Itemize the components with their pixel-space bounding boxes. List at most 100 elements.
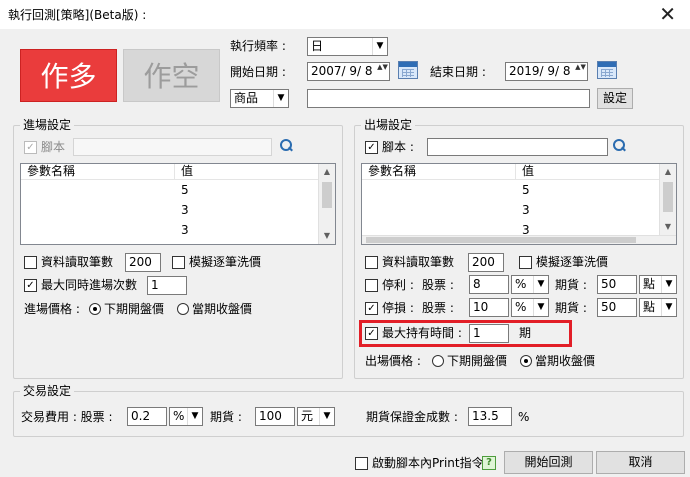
- entry-simulate-label: 模擬逐筆洗價: [189, 255, 262, 269]
- scroll-up-icon[interactable]: ▲: [660, 164, 676, 180]
- max-hold-label: 最大持有時間 :: [382, 326, 462, 340]
- param-value: 3: [181, 223, 189, 237]
- exit-read-count-input[interactable]: 200: [468, 253, 504, 272]
- stop-loss-futures-unit: 點: [643, 300, 656, 314]
- scroll-thumb[interactable]: [663, 182, 673, 212]
- exit-settings-group: 出場設定 ✓ 腳本 : 參數名稱 值 5 3 3 ▲ ▼ 資料讀取筆數 200 …: [354, 117, 684, 379]
- take-profit-checkbox[interactable]: [365, 279, 378, 292]
- exit-read-count-label: 資料讀取筆數: [382, 255, 455, 269]
- stop-loss-checkbox[interactable]: ✓: [365, 302, 378, 315]
- exit-params-table[interactable]: 參數名稱 值 5 3 3 ▲ ▼: [361, 163, 677, 245]
- entry-script-input[interactable]: [73, 138, 272, 156]
- scroll-thumb[interactable]: [366, 237, 636, 243]
- entry-price-radio-next-open[interactable]: [89, 303, 101, 315]
- entry-params-table[interactable]: 參數名稱 值 5 3 3 ▲ ▼: [20, 163, 336, 245]
- stop-loss-futures-label: 期貨 :: [555, 301, 587, 315]
- stop-loss-stock-unit-select[interactable]: % ▼: [511, 298, 549, 317]
- take-profit-futures-input[interactable]: 50: [597, 275, 637, 294]
- table-row[interactable]: 5: [362, 180, 661, 200]
- take-profit-futures-label: 期貨 :: [555, 278, 587, 292]
- scroll-up-icon[interactable]: ▲: [319, 164, 335, 180]
- chevron-down-icon: ▼: [319, 408, 334, 425]
- calendar-icon[interactable]: [597, 61, 617, 79]
- exit-table-hscrollbar[interactable]: [362, 235, 676, 244]
- chevron-down-icon: ▼: [533, 299, 548, 316]
- scroll-down-icon[interactable]: ▼: [319, 228, 335, 244]
- search-icon[interactable]: [280, 139, 293, 152]
- margin-value: 13.5: [472, 409, 499, 423]
- param-value: 5: [181, 183, 189, 197]
- scroll-down-icon[interactable]: ▼: [660, 219, 676, 235]
- fee-stock-input[interactable]: 0.2: [127, 407, 167, 426]
- table-row[interactable]: 5: [21, 180, 320, 200]
- trade-group-title: 交易設定: [20, 383, 75, 399]
- trade-settings-group: 交易設定 交易費用 : 股票 : 0.2 % ▼ 期貨 : 100 元 ▼ 期貨…: [13, 383, 684, 437]
- stop-loss-futures-input[interactable]: 50: [597, 298, 637, 317]
- exit-read-count-checkbox[interactable]: [365, 256, 378, 269]
- take-profit-stock-input[interactable]: 8: [469, 275, 509, 294]
- entry-table-scrollbar[interactable]: ▲ ▼: [318, 164, 335, 244]
- max-hold-unit: 期: [519, 326, 532, 340]
- scroll-thumb[interactable]: [322, 182, 332, 208]
- stop-loss-stock-input[interactable]: 10: [469, 298, 509, 317]
- exit-table-header: 參數名稱 值: [362, 164, 661, 180]
- short-mode-button[interactable]: 作空: [123, 49, 220, 102]
- entry-max-entries-checkbox[interactable]: ✓: [24, 279, 37, 292]
- frequency-select[interactable]: 日 ▼: [307, 37, 388, 56]
- exit-price-radio-next-open[interactable]: [432, 355, 444, 367]
- fee-stock-unit-select[interactable]: % ▼: [169, 407, 203, 426]
- exit-script-input[interactable]: [427, 138, 608, 156]
- table-row[interactable]: 3: [362, 200, 661, 220]
- max-hold-input[interactable]: 1: [469, 324, 509, 343]
- param-value: 3: [522, 203, 530, 217]
- entry-max-entries-value: 1: [151, 278, 159, 292]
- fee-futures-label: 期貨 :: [210, 410, 242, 424]
- fee-futures-unit-select[interactable]: 元 ▼: [297, 407, 335, 426]
- exit-simulate-label: 模擬逐筆洗價: [536, 255, 609, 269]
- stop-loss-futures-unit-select[interactable]: 點 ▼: [639, 298, 677, 317]
- help-icon[interactable]: ?: [482, 456, 496, 470]
- long-mode-button[interactable]: 作多: [20, 49, 117, 102]
- print-command-checkbox[interactable]: [355, 457, 368, 470]
- product-settings-button[interactable]: 設定: [597, 88, 633, 109]
- exit-header-name: 參數名稱: [362, 164, 516, 180]
- spinner-icon[interactable]: ▲▼: [575, 64, 586, 79]
- start-backtest-button[interactable]: 開始回測: [504, 451, 593, 474]
- entry-read-count-checkbox[interactable]: [24, 256, 37, 269]
- entry-read-count-label: 資料讀取筆數: [41, 255, 114, 269]
- entry-simulate-checkbox[interactable]: [172, 256, 185, 269]
- product-input[interactable]: [307, 89, 590, 108]
- exit-script-checkbox[interactable]: ✓: [365, 141, 378, 154]
- stop-loss-futures-value: 50: [601, 300, 617, 314]
- product-type-select[interactable]: 商品 ▼: [230, 89, 289, 108]
- entry-script-checkbox[interactable]: ✓: [24, 141, 37, 154]
- calendar-icon[interactable]: [398, 61, 418, 79]
- close-icon[interactable]: ✕: [659, 2, 676, 26]
- take-profit-futures-unit-select[interactable]: 點 ▼: [639, 275, 677, 294]
- start-date-input[interactable]: 2007/ 9/ 8 ▲▼: [307, 62, 390, 81]
- exit-price-option-current-close: 當期收盤價: [535, 354, 596, 368]
- end-date-input[interactable]: 2019/ 9/ 8 ▲▼: [505, 62, 588, 81]
- entry-price-option-next-open: 下期開盤價: [104, 302, 165, 316]
- margin-input[interactable]: 13.5: [468, 407, 512, 426]
- exit-price-radio-current-close[interactable]: [520, 355, 532, 367]
- fee-futures-input[interactable]: 100: [255, 407, 295, 426]
- entry-read-count-input[interactable]: 200: [125, 253, 161, 272]
- exit-simulate-checkbox[interactable]: [519, 256, 532, 269]
- exit-price-label: 出場價格 :: [365, 354, 421, 368]
- exit-table-scrollbar[interactable]: ▲ ▼: [659, 164, 676, 235]
- table-row[interactable]: 3: [21, 200, 320, 220]
- entry-read-count-value: 200: [129, 255, 152, 269]
- cancel-button[interactable]: 取消: [596, 451, 685, 474]
- entry-price-radio-current-close[interactable]: [177, 303, 189, 315]
- max-hold-checkbox[interactable]: ✓: [365, 327, 378, 340]
- table-row[interactable]: 3: [21, 220, 320, 240]
- spinner-icon[interactable]: ▲▼: [377, 64, 388, 79]
- stop-loss-stock-value: 10: [473, 300, 489, 314]
- search-icon[interactable]: [613, 139, 626, 152]
- stop-loss-stock-label: 股票 :: [422, 301, 454, 315]
- entry-max-entries-input[interactable]: 1: [147, 276, 187, 295]
- chevron-down-icon: ▼: [661, 276, 676, 293]
- fee-futures-value: 100: [259, 409, 282, 423]
- take-profit-stock-unit-select[interactable]: % ▼: [511, 275, 549, 294]
